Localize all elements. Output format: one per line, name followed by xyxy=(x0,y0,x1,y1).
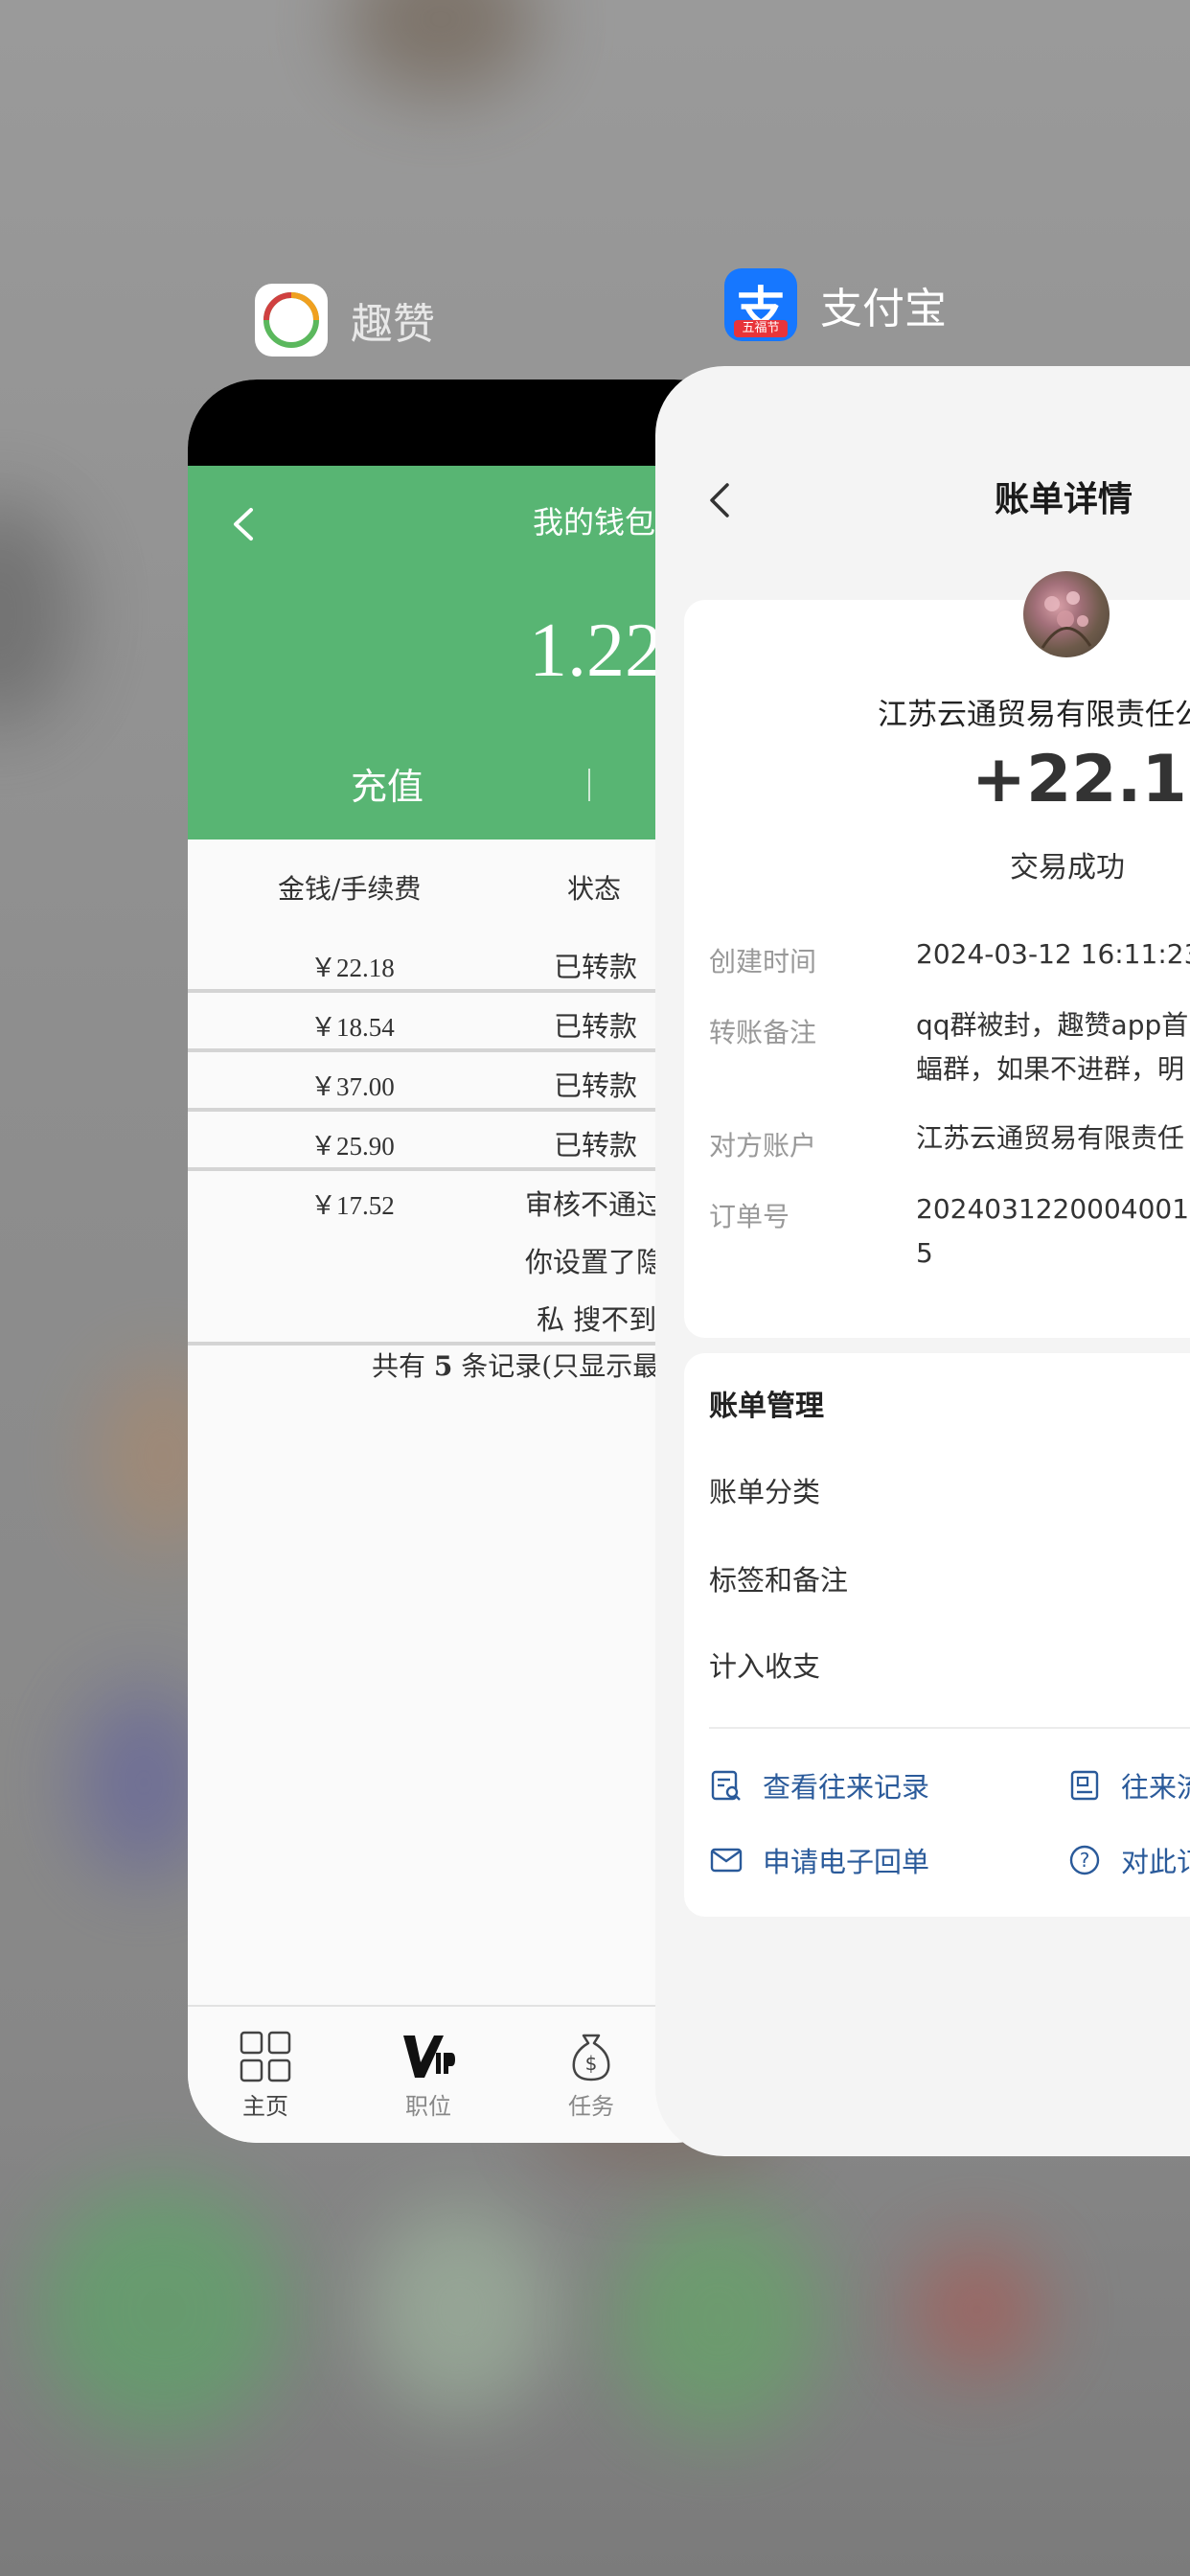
row-status: 已转款 xyxy=(554,1129,638,1162)
created-time-label: 创建时间 xyxy=(709,946,817,978)
row-status: 审核不通过 xyxy=(525,1188,665,1221)
row-amount: ￥22.18 xyxy=(310,954,395,982)
transaction-amount: +22.18 xyxy=(972,742,1190,817)
column-header-status: 状态 xyxy=(567,873,622,905)
mail-icon xyxy=(709,1843,744,1877)
row-amount: ￥25.90 xyxy=(310,1132,395,1161)
transaction-flow-link[interactable]: 往来流 xyxy=(1067,1765,1190,1806)
order-number-line2: 5 xyxy=(916,1237,933,1269)
tags-notes-item[interactable]: 标签和备注 xyxy=(709,1558,848,1598)
row-note-line2: 私 搜不到 xyxy=(537,1303,657,1336)
merchant-avatar xyxy=(1023,571,1110,657)
bill-management-title: 账单管理 xyxy=(709,1390,824,1423)
quzan-app-label[interactable]: 趣赞 xyxy=(255,284,435,356)
back-chevron-icon[interactable] xyxy=(222,502,266,546)
view-history-link[interactable]: 查看往来记录 xyxy=(709,1765,929,1806)
created-time-value: 2024-03-12 16:11:23 xyxy=(916,938,1190,970)
memo-value-line2: 蝠群，如果不进群，明 xyxy=(916,1053,1185,1085)
document-search-icon xyxy=(709,1768,744,1803)
quzan-app-icon xyxy=(255,284,328,356)
quzan-app-name: 趣赞 xyxy=(351,300,435,349)
tab-home[interactable]: 主页 xyxy=(213,2030,318,2121)
count-number: 5 xyxy=(433,1350,453,1382)
link-label: 往来流 xyxy=(1121,1771,1190,1804)
order-number-label: 订单号 xyxy=(709,1201,790,1232)
row-status: 已转款 xyxy=(554,951,638,983)
tab-tasks[interactable]: $ 任务 xyxy=(538,2030,644,2121)
count-suffix: 条记录(只显示最 xyxy=(452,1350,660,1382)
svg-text:?: ? xyxy=(1080,1849,1090,1872)
bill-management-card xyxy=(684,1353,1190,1917)
row-status: 已转款 xyxy=(554,1010,638,1043)
row-amount: ￥18.54 xyxy=(310,1013,395,1042)
money-bag-icon: $ xyxy=(564,2030,618,2083)
order-question-link[interactable]: ? 对此订 xyxy=(1067,1840,1190,1880)
alipay-app-icon: 支 五福节 xyxy=(724,268,797,341)
grid-icon xyxy=(239,2030,292,2083)
link-label: 申请电子回单 xyxy=(763,1846,930,1878)
ledger-icon xyxy=(1067,1768,1102,1803)
page-title: 账单详情 xyxy=(995,480,1133,519)
link-label: 对此订 xyxy=(1121,1846,1190,1878)
counterparty-label: 对方账户 xyxy=(709,1130,817,1162)
row-amount: ￥17.52 xyxy=(310,1191,395,1220)
tab-positions[interactable]: 职位 xyxy=(376,2030,481,2121)
tab-label: 主页 xyxy=(242,2093,288,2120)
memo-label: 转账备注 xyxy=(709,1017,817,1048)
help-circle-icon: ? xyxy=(1067,1843,1102,1877)
wallet-title: 我的钱包 xyxy=(533,504,656,540)
bill-category-item[interactable]: 账单分类 xyxy=(709,1470,820,1510)
order-number-line1: 20240312200040011 xyxy=(916,1193,1190,1225)
alipay-icon-badge: 五福节 xyxy=(734,320,788,337)
alipay-app-card[interactable]: 账单详情 江苏云通贸易有限责任公 +22.18 交易成功 创建时间 2024-0… xyxy=(655,366,1190,2156)
merchant-name: 江苏云通贸易有限责任公 xyxy=(878,698,1190,732)
count-prefix: 共有 xyxy=(372,1350,434,1382)
wallet-balance: 1.22 xyxy=(529,609,663,693)
section-divider xyxy=(709,1727,1190,1729)
memo-value-line1: qq群被封，趣赞app首 xyxy=(916,1009,1189,1041)
request-receipt-link[interactable]: 申请电子回单 xyxy=(709,1840,929,1880)
record-count: 共有 5 条记录(只显示最 xyxy=(372,1346,659,1384)
link-label: 查看往来记录 xyxy=(763,1771,930,1804)
row-amount: ￥37.00 xyxy=(310,1072,395,1101)
counterparty-value: 江苏云通贸易有限责任 xyxy=(916,1122,1185,1154)
header-divider xyxy=(588,769,590,801)
recharge-button[interactable]: 充值 xyxy=(351,757,423,810)
row-status: 已转款 xyxy=(554,1070,638,1102)
count-in-budget-item[interactable]: 计入收支 xyxy=(709,1644,820,1685)
row-note-line1: 你设置了隐 xyxy=(525,1246,665,1278)
alipay-app-name: 支付宝 xyxy=(820,285,947,334)
tab-label: 任务 xyxy=(568,2093,614,2120)
column-header-amount: 金钱/手续费 xyxy=(278,873,422,905)
transaction-status: 交易成功 xyxy=(1010,851,1125,885)
alipay-app-label[interactable]: 支 五福节 支付宝 xyxy=(724,268,947,341)
svg-text:$: $ xyxy=(585,2052,598,2075)
back-chevron-icon[interactable] xyxy=(698,477,744,523)
vip-icon xyxy=(401,2030,455,2083)
tab-label: 职位 xyxy=(405,2093,451,2120)
